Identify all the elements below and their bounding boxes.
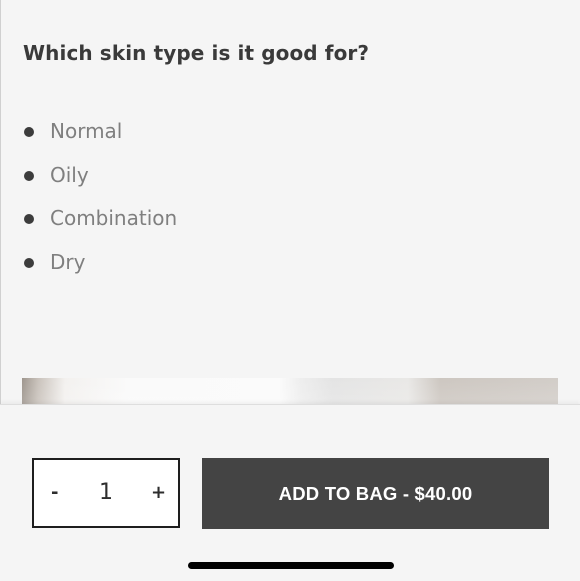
increase-quantity-button[interactable]: + xyxy=(151,460,166,526)
bullet-icon xyxy=(24,170,34,181)
bullet-icon xyxy=(24,127,34,137)
quantity-stepper: - 1 + xyxy=(32,458,180,528)
skin-type-label: Normal xyxy=(50,119,123,143)
add-to-bag-button[interactable]: ADD TO BAG - $40.00 xyxy=(202,458,549,529)
product-image xyxy=(22,378,558,404)
skin-type-label: Combination xyxy=(50,206,178,230)
list-item: Combination xyxy=(0,197,177,241)
skin-type-heading: Which skin type is it good for? xyxy=(23,41,370,65)
quantity-value[interactable]: 1 xyxy=(84,460,128,526)
home-indicator[interactable] xyxy=(188,562,394,569)
skin-type-label: Oily xyxy=(50,162,89,187)
list-item: Dry xyxy=(0,241,177,285)
skin-type-label: Dry xyxy=(50,249,86,274)
list-item: Oily xyxy=(0,154,177,198)
product-details-section: Which skin type is it good for? Normal O… xyxy=(0,0,580,404)
image-shade xyxy=(22,378,558,404)
bullet-icon xyxy=(24,214,34,224)
skin-type-list: Normal Oily Combination Dry xyxy=(0,110,177,284)
purchase-bar: - 1 + ADD TO BAG - $40.00 xyxy=(0,404,580,581)
decrease-quantity-button[interactable]: - xyxy=(51,460,58,526)
bullet-icon xyxy=(24,257,34,268)
list-item: Normal xyxy=(0,110,177,154)
